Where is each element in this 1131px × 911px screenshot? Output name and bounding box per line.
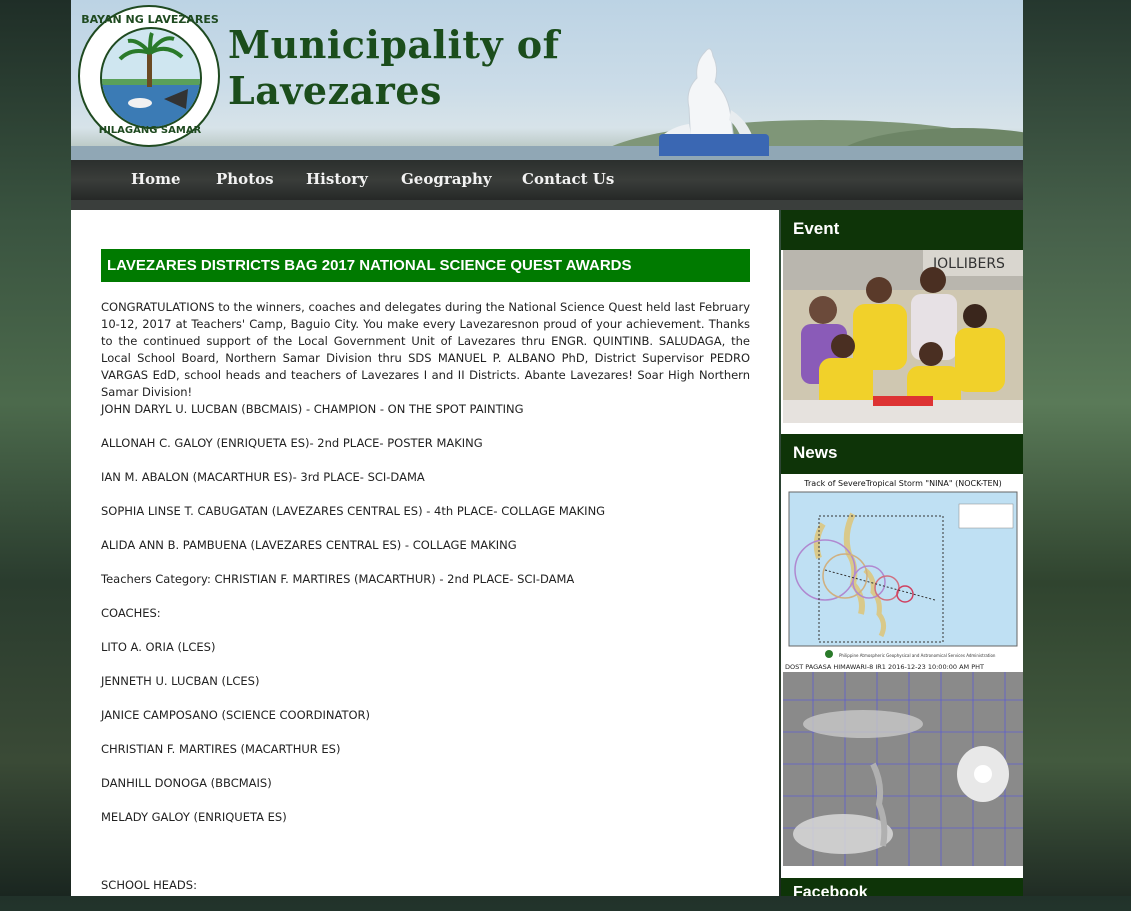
background-right (1023, 0, 1131, 896)
main-nav: Home Photos History Geography Contact Us (71, 160, 1023, 200)
post-line: SCHOOL HEADS: (101, 878, 197, 892)
news-map-title: Track of SevereTropical Storm "NINA" (NO… (803, 479, 1001, 488)
post-line: MELADY GALOY (ENRIQUETA ES) (101, 810, 287, 824)
post-line: CHRISTIAN F. MARTIRES (MACARTHUR ES) (101, 742, 341, 756)
post-line: DANHILL DONOGA (BBCMAIS) (101, 776, 272, 790)
site-header: BAYAN NG LAVEZARES HILAGANG SAMAR Munici… (71, 0, 1023, 160)
news-storm-image[interactable]: Track of SevereTropical Storm "NINA" (NO… (783, 474, 1023, 866)
post-line: IAN M. ABALON (MACARTHUR ES)- 3rd PLACE-… (101, 470, 425, 484)
statue-image (659, 48, 753, 148)
nav-geography[interactable]: Geography (401, 170, 492, 188)
post-line: ALLONAH C. GALOY (ENRIQUETA ES)- 2nd PLA… (101, 436, 483, 450)
post-intro: CONGRATULATIONS to the winners, coaches … (101, 300, 750, 399)
news-map-footer: Philippine Atmospheric Geophysical and A… (839, 653, 996, 658)
post-body: CONGRATULATIONS to the winners, coaches … (101, 299, 750, 911)
post-title[interactable]: LAVEZARES DISTRICTS BAG 2017 NATIONAL SC… (101, 249, 750, 282)
nav-history[interactable]: History (306, 170, 368, 188)
seal-text-bottom: HILAGANG SAMAR (98, 125, 202, 136)
news-sat-label: DOST PAGASA HIMAWARI-8 IR1 2016-12-23 10… (785, 663, 984, 671)
sidebar: Event JOLLIBERS News Track of SevereTrop… (781, 210, 1023, 896)
palm-tree-icon (102, 32, 200, 127)
post-line: Teachers Category: CHRISTIAN F. MARTIRES… (101, 572, 575, 586)
nav-home[interactable]: Home (131, 170, 181, 188)
facebook-widget-title: Facebook (781, 878, 1023, 896)
post-line: JOHN DARYL U. LUCBAN (BBCMAIS) - CHAMPIO… (101, 402, 524, 416)
site-title-line1: Municipality of (228, 22, 560, 67)
event-photo-graphic: JOLLIBERS (783, 250, 1023, 423)
statue-base (659, 134, 769, 156)
post-line: LITO A. ORIA (LCES) (101, 640, 216, 654)
nav-underbar (71, 200, 1023, 210)
storm-map-graphic: Track of SevereTropical Storm "NINA" (NO… (783, 474, 1023, 866)
main-content: LAVEZARES DISTRICTS BAG 2017 NATIONAL SC… (71, 210, 779, 896)
post-line: ALIDA ANN B. PAMBUENA (LAVEZARES CENTRAL… (101, 538, 517, 552)
seal-text-top: BAYAN NG LAVEZARES (81, 13, 219, 26)
site-title: Municipality of Lavezares (228, 22, 559, 114)
post-line: COACHES: (101, 606, 161, 620)
municipal-seal-logo[interactable]: BAYAN NG LAVEZARES HILAGANG SAMAR (78, 5, 220, 147)
event-photo[interactable]: JOLLIBERS (783, 250, 1023, 423)
post-line: SOPHIA LINSE T. CABUGATAN (LAVEZARES CEN… (101, 504, 606, 518)
nav-contact-us[interactable]: Contact Us (522, 170, 614, 188)
header-sea (71, 146, 1023, 160)
seal-emblem (100, 27, 202, 129)
event-banner-text: JOLLIBERS (932, 256, 1005, 272)
nav-photos[interactable]: Photos (216, 170, 274, 188)
event-widget-title: Event (781, 210, 1023, 250)
post-line: JENNETH U. LUCBAN (LCES) (101, 674, 260, 688)
post-line: JANICE CAMPOSANO (SCIENCE COORDINATOR) (101, 708, 371, 722)
news-widget-title: News (781, 434, 1023, 474)
background-left (0, 0, 71, 896)
site-title-line2: Lavezares (228, 68, 442, 113)
